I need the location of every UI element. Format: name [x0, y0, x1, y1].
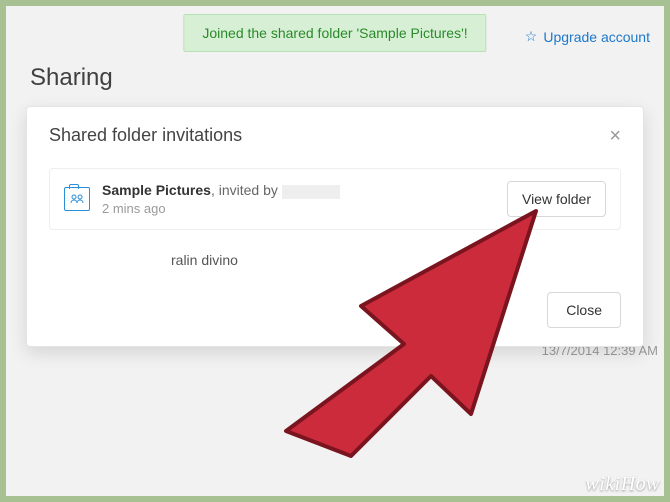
shared-folder-icon [64, 187, 90, 211]
invited-by-prefix: , invited by [211, 182, 282, 198]
view-folder-button[interactable]: View folder [507, 181, 606, 217]
join-toast: Joined the shared folder 'Sample Picture… [183, 14, 486, 52]
invitation-card: Sample Pictures, invited by 2 mins ago V… [49, 168, 621, 230]
close-icon[interactable]: × [609, 126, 621, 146]
invitation-folder-name: Sample Pictures [102, 182, 211, 198]
invitation-time: 2 mins ago [102, 201, 495, 216]
close-button[interactable]: Close [547, 292, 621, 328]
modal-title: Shared folder invitations [49, 125, 242, 146]
watermark: wikiHow [585, 473, 660, 496]
invitation-subname: ralin divino [49, 230, 621, 272]
shared-folder-invitations-modal: Shared folder invitations × Sample Pictu… [26, 106, 644, 347]
invitation-text: Sample Pictures, invited by 2 mins ago [102, 182, 495, 215]
inviter-redacted [282, 185, 340, 199]
